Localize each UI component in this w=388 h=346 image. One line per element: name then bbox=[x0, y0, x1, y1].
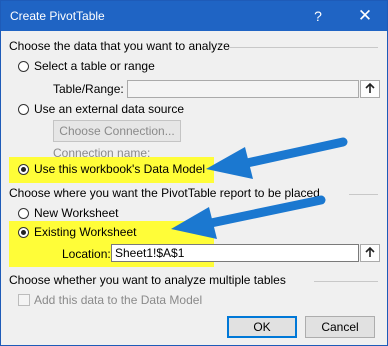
annotation-arrows bbox=[171, 137, 348, 239]
arrow-icon bbox=[171, 195, 326, 239]
create-pivottable-dialog: Create PivotTable ? ✕ Choose the data th… bbox=[0, 0, 388, 346]
arrow-icon bbox=[206, 137, 348, 179]
